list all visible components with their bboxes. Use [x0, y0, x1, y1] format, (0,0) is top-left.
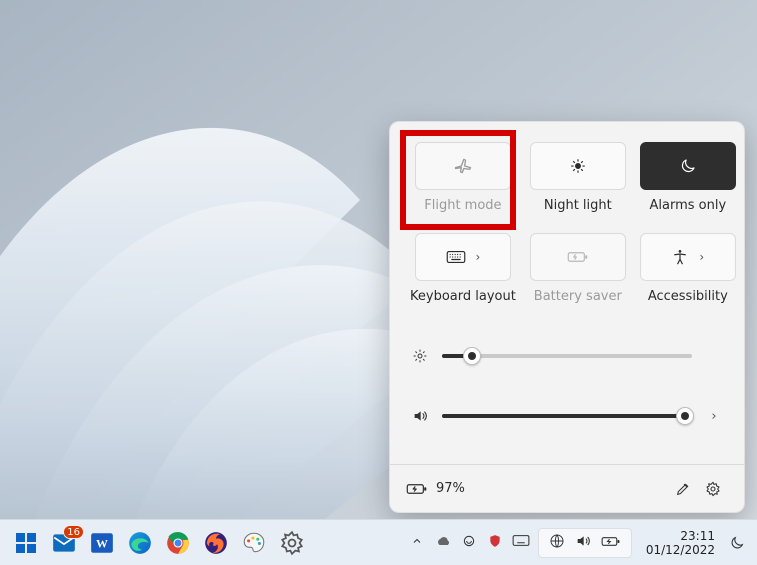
airplane-icon: [453, 156, 473, 176]
accessibility-tile[interactable]: ›: [640, 233, 736, 281]
edge-app-icon[interactable]: [126, 529, 154, 557]
battery-status[interactable]: 97%: [406, 481, 465, 496]
battery-tray-icon: [601, 533, 621, 552]
system-tray: 23:11 01/12/2022: [408, 528, 757, 558]
mail-badge: 16: [63, 525, 84, 539]
night-light-tile[interactable]: [530, 142, 626, 190]
taskbar-clock[interactable]: 23:11 01/12/2022: [640, 529, 721, 557]
alarms-only-tile[interactable]: [640, 142, 736, 190]
battery-saver-icon: [567, 250, 589, 264]
settings-app-icon[interactable]: [278, 529, 306, 557]
word-app-icon[interactable]: W: [88, 529, 116, 557]
keyboard-layout-label: Keyboard layout: [410, 289, 516, 304]
clock-date: 01/12/2022: [646, 543, 715, 557]
start-button[interactable]: [12, 529, 40, 557]
volume-slider-row: ›: [412, 386, 722, 446]
flight-mode-label: Flight mode: [424, 198, 501, 213]
chrome-app-icon[interactable]: [164, 529, 192, 557]
battery-percent: 97%: [436, 481, 465, 496]
settings-button[interactable]: [698, 474, 728, 504]
firefox-app-icon[interactable]: [202, 529, 230, 557]
mail-app-icon[interactable]: 16: [50, 529, 78, 557]
onedrive-icon[interactable]: [434, 535, 452, 551]
notifications-dnd-icon[interactable]: [729, 535, 753, 551]
keyboard-layout-tile[interactable]: ›: [415, 233, 511, 281]
night-light-label: Night light: [544, 198, 612, 213]
chevron-right-icon: ›: [476, 250, 481, 264]
brightness-slider-row: [412, 326, 722, 386]
volume-icon: [412, 408, 428, 424]
quick-settings-footer: 97%: [390, 464, 744, 512]
accessibility-label: Accessibility: [648, 289, 728, 304]
alarms-only-label: Alarms only: [649, 198, 726, 213]
brightness-slider[interactable]: [442, 354, 692, 358]
clock-time: 23:11: [646, 529, 715, 543]
svg-text:W: W: [96, 536, 108, 550]
chevron-right-icon: ›: [699, 250, 704, 264]
volume-slider[interactable]: [442, 414, 692, 418]
flight-mode-tile[interactable]: [415, 142, 511, 190]
keyboard-icon: [446, 250, 466, 264]
system-indicators[interactable]: [538, 528, 632, 558]
language-tray-icon: [549, 533, 565, 553]
taskbar: 16 W: [0, 519, 757, 565]
tray-overflow-icon[interactable]: [408, 535, 426, 551]
edit-quick-settings-button[interactable]: [668, 474, 698, 504]
battery-saver-label: Battery saver: [534, 289, 622, 304]
quick-settings-grid: Flight mode Night light: [390, 122, 744, 316]
battery-charging-icon: [406, 482, 428, 496]
moon-icon: [679, 157, 697, 175]
accessibility-icon: [671, 248, 689, 266]
touch-keyboard-icon[interactable]: [512, 534, 530, 551]
paint-app-icon[interactable]: [240, 529, 268, 557]
security-tray-icon[interactable]: [486, 534, 504, 552]
night-light-icon: [569, 157, 587, 175]
battery-saver-tile[interactable]: [530, 233, 626, 281]
quick-settings-panel: Flight mode Night light: [389, 121, 745, 513]
volume-tray-icon: [575, 533, 591, 553]
tray-app-icon[interactable]: [460, 534, 478, 552]
brightness-icon: [412, 348, 428, 364]
volume-flyout-arrow[interactable]: ›: [706, 409, 722, 424]
